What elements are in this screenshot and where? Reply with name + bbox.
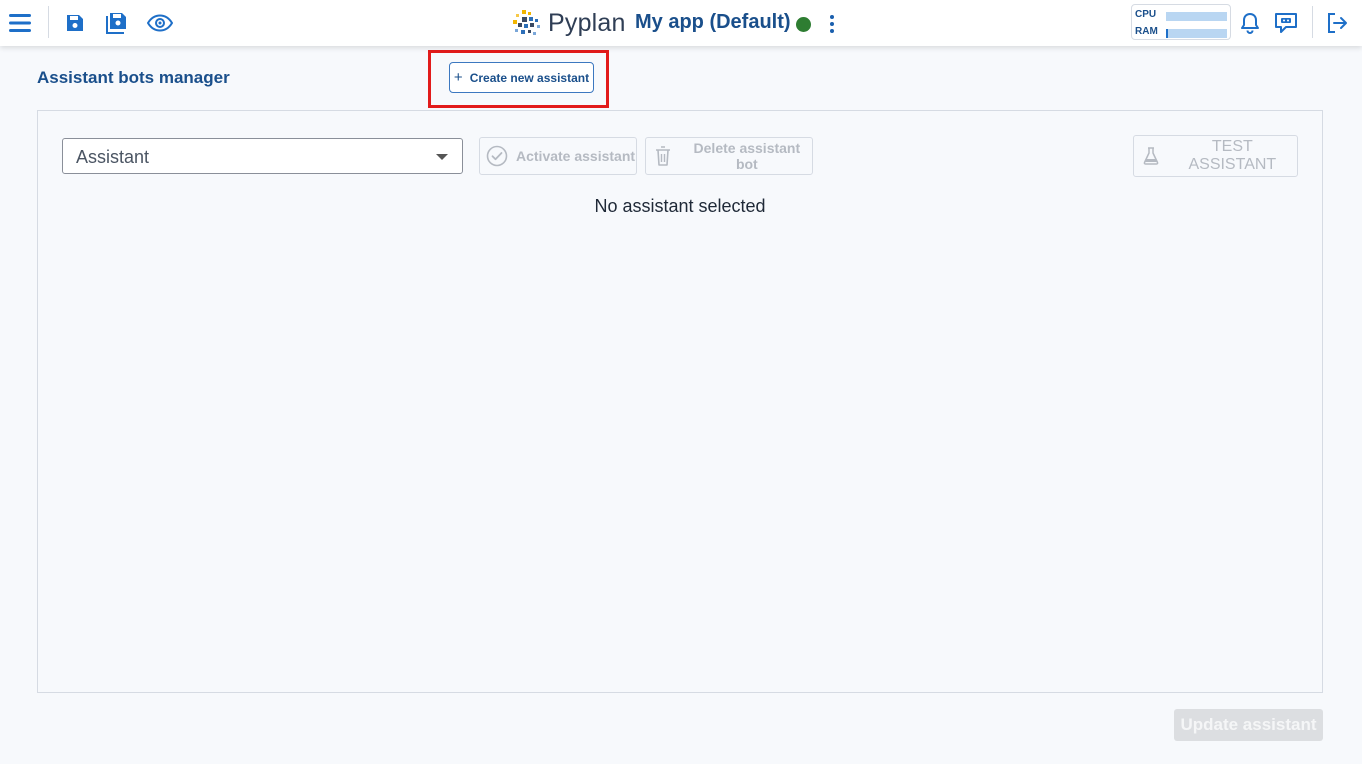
delete-assistant-bot-button[interactable]: Delete assistant bot	[645, 137, 813, 175]
bell-icon[interactable]	[1237, 10, 1263, 36]
plus-icon: +	[453, 69, 463, 86]
save-icon[interactable]	[62, 10, 88, 36]
pyplan-logo-icon	[513, 10, 540, 35]
cpu-meter: CPU	[1135, 9, 1229, 23]
check-circle-icon	[486, 145, 508, 167]
activate-assistant-label: Activate assistant	[516, 148, 636, 164]
pyplan-logo: Pyplan	[510, 6, 626, 40]
chevron-down-icon	[436, 154, 448, 160]
save-as-icon[interactable]	[104, 10, 130, 36]
empty-state-message: No assistant selected	[594, 196, 766, 216]
create-new-assistant-label: Create new assistant	[469, 70, 590, 85]
app-status-indicator	[796, 17, 811, 32]
test-assistant-label: TEST ASSISTANT	[1188, 138, 1277, 173]
flask-icon	[1142, 147, 1160, 165]
update-assistant-button[interactable]: Update assistant	[1174, 709, 1323, 741]
app-options-icon[interactable]	[826, 13, 838, 35]
delete-assistant-bot-label: Delete assistant bot	[693, 140, 801, 172]
assistant-select-value: Assistant	[76, 147, 150, 167]
create-new-assistant-button[interactable]: + Create new assistant	[449, 62, 594, 93]
assistant-select[interactable]: Assistant	[62, 138, 463, 174]
assistant-chat-icon[interactable]	[1273, 10, 1299, 36]
top-bar: Pyplan My app (Default) CPU RAM	[0, 0, 1362, 46]
cpu-bar-track	[1166, 12, 1227, 21]
ram-bar-fill	[1166, 29, 1169, 38]
brand-name: Pyplan	[548, 8, 626, 37]
page-title: Assistant bots manager	[37, 68, 230, 87]
app-title[interactable]: My app (Default)	[635, 11, 791, 34]
test-assistant-button[interactable]: TEST ASSISTANT	[1133, 135, 1298, 177]
activate-assistant-button[interactable]: Activate assistant	[479, 137, 637, 175]
hamburger-menu-icon[interactable]	[7, 10, 33, 36]
toolbar-divider	[1312, 6, 1313, 38]
trash-icon	[652, 145, 674, 167]
resource-monitor[interactable]: CPU RAM	[1131, 4, 1231, 40]
logout-icon[interactable]	[1324, 10, 1350, 36]
ram-bar-track	[1166, 29, 1227, 38]
view-eye-icon[interactable]	[147, 10, 173, 36]
cpu-label: CPU	[1135, 9, 1157, 20]
ram-label: RAM	[1135, 26, 1158, 37]
ram-meter: RAM	[1135, 26, 1229, 40]
toolbar-divider	[48, 6, 49, 38]
